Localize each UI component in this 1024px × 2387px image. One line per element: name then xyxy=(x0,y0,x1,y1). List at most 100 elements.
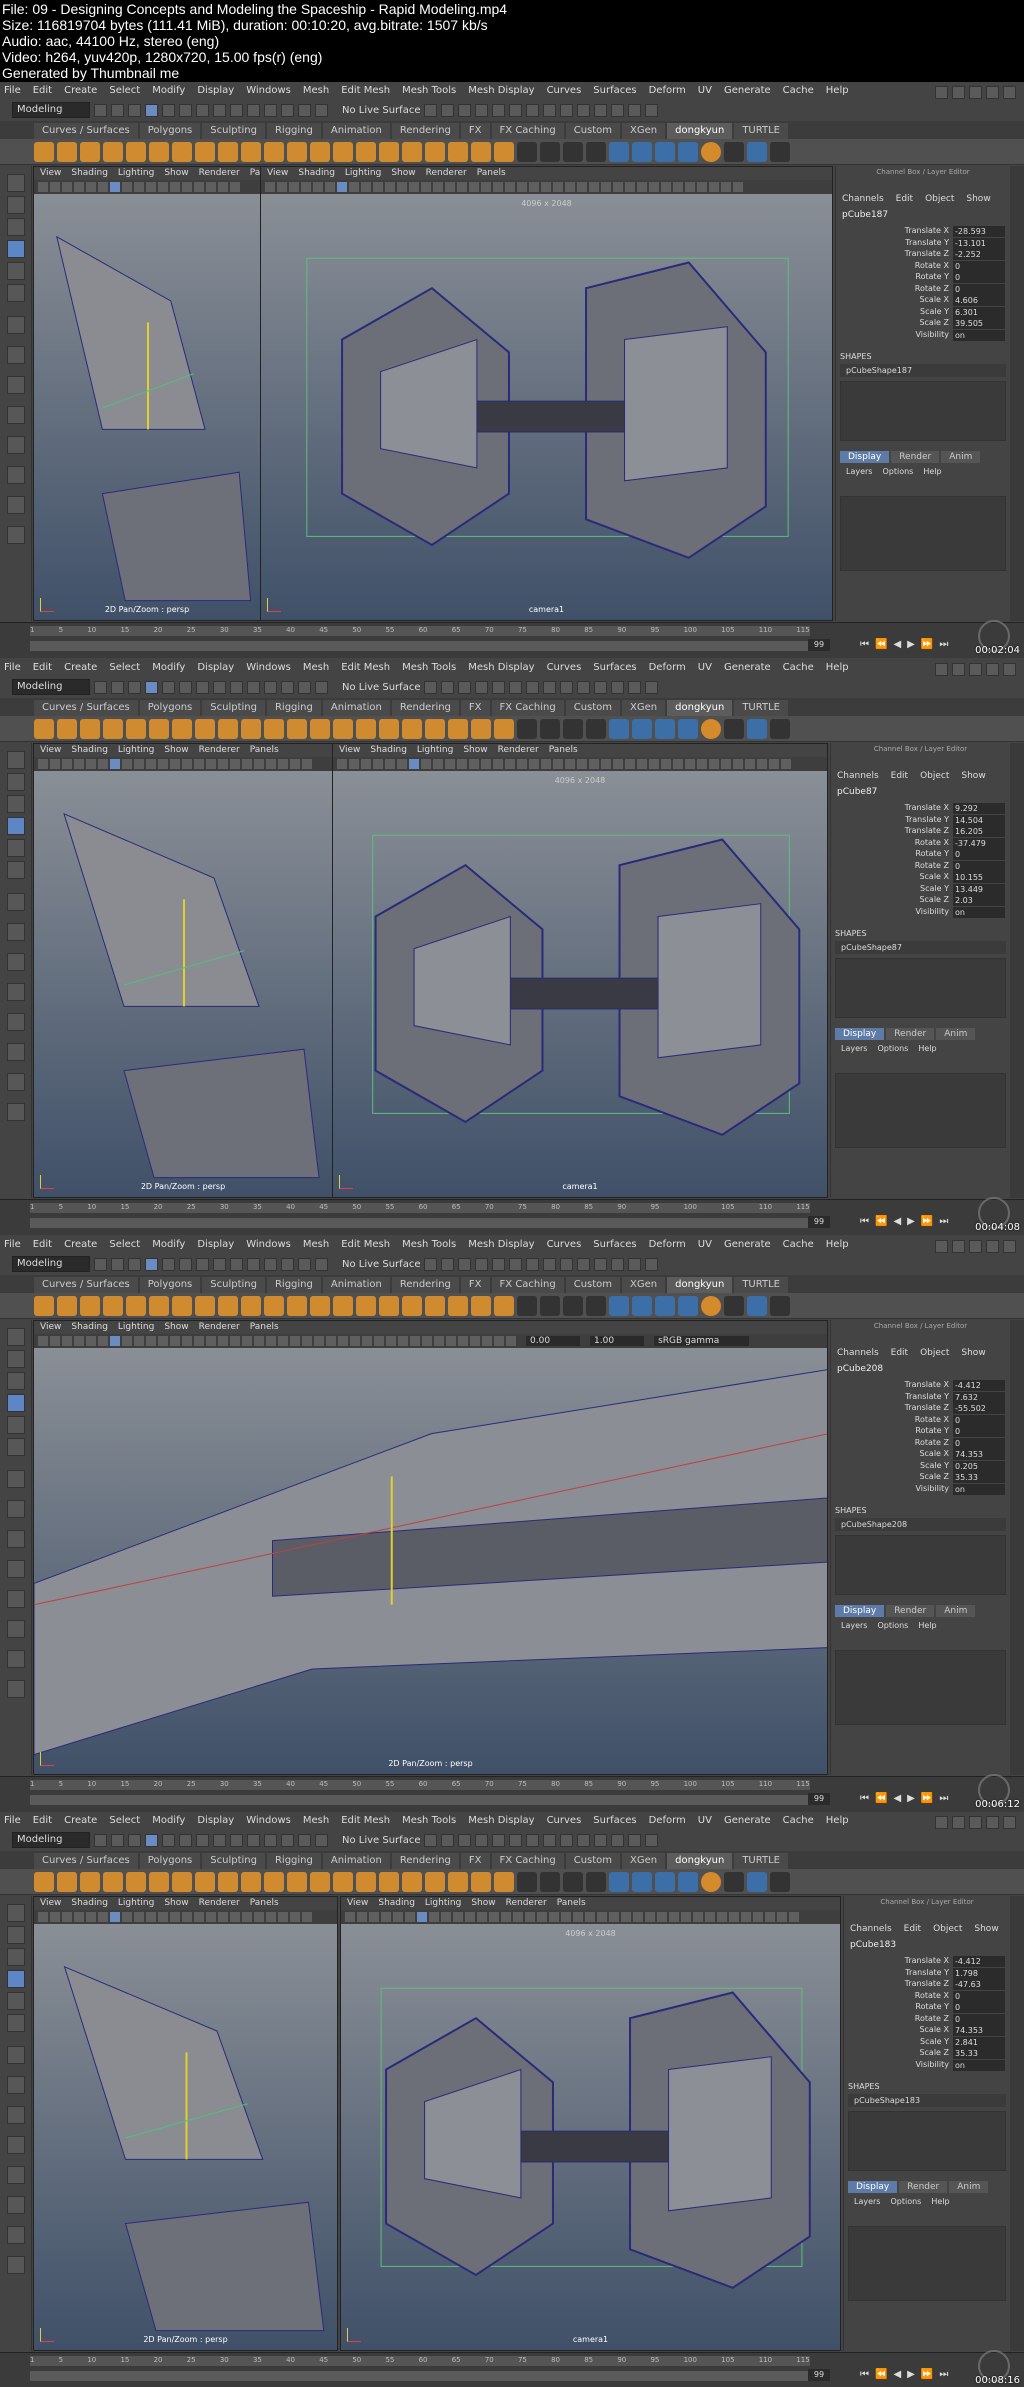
tool-icon[interactable] xyxy=(7,1073,25,1091)
shelf-icon[interactable] xyxy=(80,141,100,162)
playback-button-icon[interactable]: ▶ xyxy=(907,1216,915,1227)
viewport-tool-icon[interactable] xyxy=(729,1912,739,1922)
status-tool-icon[interactable] xyxy=(543,103,557,117)
status-tool-icon[interactable] xyxy=(230,1257,243,1271)
status-tool-icon[interactable] xyxy=(458,680,472,694)
tool-icon[interactable] xyxy=(7,2014,25,2032)
viewport-tool-icon[interactable] xyxy=(385,182,395,192)
status-tool-icon[interactable] xyxy=(509,1257,523,1271)
shelf-tab[interactable]: dongkyun xyxy=(667,1277,733,1293)
shelf-tab[interactable]: TURTLE xyxy=(734,700,788,716)
channel-value[interactable]: 0 xyxy=(953,849,1005,860)
live-surface-label[interactable]: No Live Surface xyxy=(342,1259,420,1270)
viewport-tool-icon[interactable] xyxy=(733,182,743,192)
playback-button-icon[interactable]: ◀ xyxy=(893,639,901,650)
mode-dropdown[interactable]: Modeling xyxy=(12,102,90,118)
viewport-tool-icon[interactable] xyxy=(494,1336,504,1346)
viewport-tool-icon[interactable] xyxy=(613,759,623,769)
viewport-menu-item[interactable]: Lighting xyxy=(118,744,154,757)
viewport-tool-icon[interactable] xyxy=(529,182,539,192)
viewport-tool-icon[interactable] xyxy=(445,759,455,769)
menu-item[interactable]: Deform xyxy=(649,1815,686,1826)
viewport-tool-icon[interactable] xyxy=(481,182,491,192)
channel-value[interactable]: on xyxy=(953,2059,1005,2071)
shelf-icon[interactable] xyxy=(517,141,537,162)
tool-icon[interactable] xyxy=(7,1416,25,1434)
tool-icon[interactable] xyxy=(7,218,25,236)
shelf-icon[interactable] xyxy=(632,718,652,739)
viewport-tool-icon[interactable] xyxy=(421,759,431,769)
shelf-icon[interactable] xyxy=(448,141,468,162)
shelf-icon[interactable] xyxy=(609,141,629,162)
shelf-icon[interactable] xyxy=(678,1295,698,1316)
viewport-tool-icon[interactable] xyxy=(433,759,443,769)
status-tool-icon[interactable] xyxy=(492,1257,506,1271)
shelf-tab[interactable]: Custom xyxy=(565,1277,621,1293)
menu-item[interactable]: File xyxy=(4,85,21,96)
status-tool-icon[interactable] xyxy=(94,103,107,117)
shelf-icon[interactable] xyxy=(333,718,353,739)
viewport-tool-icon[interactable] xyxy=(50,182,60,192)
viewport-tool-icon[interactable] xyxy=(349,182,359,192)
viewport-tool-icon[interactable] xyxy=(733,759,743,769)
viewport-tool-icon[interactable] xyxy=(182,1912,192,1922)
tool-icon[interactable] xyxy=(7,1530,25,1548)
viewport-tool-icon[interactable] xyxy=(62,1336,72,1346)
viewport-tool-icon[interactable] xyxy=(86,1336,96,1346)
channel-value[interactable]: -4.412 xyxy=(953,1380,1005,1391)
shelf-tab[interactable]: Animation xyxy=(322,700,390,716)
menu-item[interactable]: Create xyxy=(64,1239,97,1250)
viewport-tool-icon[interactable] xyxy=(661,759,671,769)
shelf-icon[interactable] xyxy=(632,1295,652,1316)
side-tab-strip[interactable] xyxy=(1010,1320,1024,1775)
viewport-tool-icon[interactable] xyxy=(277,182,287,192)
channel-value[interactable]: 14.504 xyxy=(953,814,1005,826)
shelf-tab[interactable]: XGen xyxy=(622,700,666,716)
layer-menu-item[interactable]: Options xyxy=(877,1044,908,1053)
shelf-tab[interactable]: Polygons xyxy=(139,123,201,139)
menu-item[interactable]: Curves xyxy=(547,85,582,96)
status-tool-icon[interactable] xyxy=(230,1833,243,1847)
viewport-tool-icon[interactable] xyxy=(62,182,72,192)
status-tool-icon[interactable] xyxy=(611,1833,625,1847)
status-tool-icon[interactable] xyxy=(492,1833,506,1847)
playback-button-icon[interactable]: ⏩ xyxy=(921,1216,933,1227)
viewport-menu-item[interactable]: Renderer xyxy=(506,1897,547,1910)
viewport-tool-icon[interactable] xyxy=(561,1912,571,1922)
viewport-tool-icon[interactable] xyxy=(422,1336,432,1346)
shelf-icon[interactable] xyxy=(333,1295,353,1316)
shelf-icon[interactable] xyxy=(264,1295,284,1316)
channel-value[interactable]: 0 xyxy=(953,1426,1005,1437)
viewport-tool-icon[interactable] xyxy=(325,182,335,192)
shelf-tab[interactable]: Rendering xyxy=(391,1853,459,1869)
viewport-tool-icon[interactable] xyxy=(757,759,767,769)
viewport-tool-icon[interactable] xyxy=(633,1912,643,1922)
viewport-tool-icon[interactable] xyxy=(182,1336,192,1346)
status-tool-icon[interactable] xyxy=(577,1833,591,1847)
viewport-menu-item[interactable]: Panels xyxy=(557,1897,586,1910)
shelf-icon[interactable] xyxy=(310,141,330,162)
status-tool-icon[interactable] xyxy=(128,1833,141,1847)
viewport-tool-icon[interactable] xyxy=(373,759,383,769)
shelf-icon[interactable] xyxy=(701,1295,721,1316)
viewport-tool-icon[interactable] xyxy=(625,182,635,192)
shape-name[interactable]: pCubeShape183 xyxy=(848,2094,1006,2107)
channel-value[interactable]: 74.353 xyxy=(953,1449,1005,1460)
layout-icon[interactable] xyxy=(935,1816,948,1829)
menu-item[interactable]: Cache xyxy=(783,1815,814,1826)
menu-item[interactable]: Cache xyxy=(783,1239,814,1250)
status-tool-icon[interactable] xyxy=(213,1833,226,1847)
menu-item[interactable]: Mesh Display xyxy=(468,662,534,673)
channel-value[interactable]: 0.205 xyxy=(953,1460,1005,1472)
viewport-tool-icon[interactable] xyxy=(565,759,575,769)
shelf-icon[interactable] xyxy=(126,141,146,162)
shelf-icon[interactable] xyxy=(103,141,123,162)
channel-menu-item[interactable]: Show xyxy=(966,194,990,204)
shelf-tab[interactable]: Curves / Surfaces xyxy=(34,700,138,716)
menu-item[interactable]: Edit Mesh xyxy=(341,662,390,673)
status-tool-icon[interactable] xyxy=(475,680,489,694)
shelf-icon[interactable] xyxy=(517,1871,537,1892)
viewport-tool-icon[interactable] xyxy=(194,759,204,769)
tool-icon[interactable] xyxy=(7,1013,25,1031)
shelf-tab[interactable]: dongkyun xyxy=(667,700,733,716)
